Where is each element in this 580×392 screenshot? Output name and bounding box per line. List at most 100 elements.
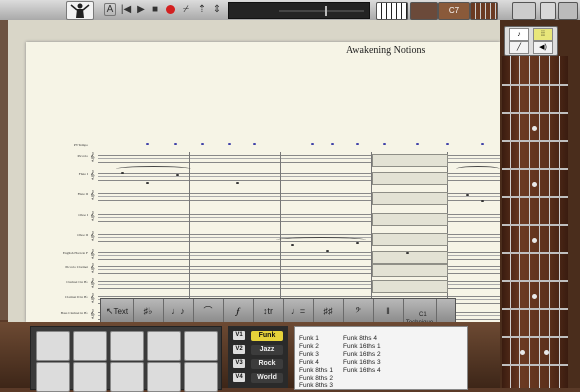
instrument-name: Flute II [77,192,88,196]
guitar-fret [502,196,568,198]
pick-button[interactable]: ╱ [509,41,529,54]
selected-measure[interactable] [372,233,448,246]
selected-measure[interactable] [372,251,448,264]
text-tool-button[interactable]: ↖Text [101,299,134,323]
panel-toggle-icon[interactable] [540,2,556,20]
guitar-fret [502,280,568,282]
treble-clef-icon: 𝄞 [90,278,95,287]
drum-pad[interactable] [36,331,70,361]
guitar-string[interactable] [519,56,520,388]
genre-jazz-button[interactable]: Jazz [251,345,283,355]
dynamics-button[interactable]: 𝆑 [223,299,254,323]
pattern-item[interactable]: Funk 16ths 3 [343,359,381,366]
note[interactable] [291,244,294,246]
drum-pad[interactable] [110,331,144,361]
drum-pad[interactable] [184,331,218,361]
guitar-string[interactable] [539,56,540,388]
treble-clef-icon: 𝄞 [90,263,95,272]
upload-button[interactable]: ⇡ [196,3,208,16]
technique-button[interactable]: C1 Technique [403,299,437,326]
selected-measure[interactable] [372,213,448,226]
tempo-mark [356,143,359,145]
fret-marker-dot [520,350,525,355]
instrument-name: Bass Clarinet in B♭ [60,311,88,315]
rewind-button[interactable]: |◀ [120,3,132,16]
pattern-item[interactable]: Funk 8ths 1 [299,367,333,374]
selected-measure[interactable] [372,264,448,277]
tempo-stepper[interactable]: ⇕ [211,3,223,16]
voice-tag[interactable]: V3 [233,359,245,368]
selected-measure[interactable] [372,154,448,167]
note[interactable] [236,182,239,184]
keyboard-icon[interactable] [376,2,408,20]
fret-mode-button[interactable]: ♪ [509,28,529,41]
voice-tag[interactable]: V4 [233,373,245,382]
note[interactable] [326,250,329,252]
instrument-name: Flute I [78,172,88,176]
pattern-item[interactable]: Funk 8ths 4 [343,335,377,342]
loop-button[interactable]: ⌿ [180,3,192,16]
genre-world-button[interactable]: World [251,373,283,383]
voice-tag[interactable]: V1 [233,331,245,340]
genre-rock-button[interactable]: Rock [251,359,283,369]
pattern-item[interactable]: Funk 16ths 2 [343,351,381,358]
fret-marker-dot [532,238,537,243]
arrow-up-icon: ⇡ [197,4,207,15]
voice-tag[interactable]: V2 [233,345,245,354]
note[interactable] [356,242,359,244]
sound-button[interactable]: ◀) [533,41,553,54]
fret-marker-dot [532,126,537,131]
guitar-string[interactable] [559,56,560,388]
barline-button[interactable]: ‖ [373,299,404,323]
play-button[interactable]: ▶ [135,3,147,16]
guitar-fretboard-icon[interactable] [470,2,498,20]
pattern-item[interactable]: Funk 16ths 4 [343,367,381,374]
score-page[interactable]: PVTempo Piccolo 𝄞 Flute I 𝄞 Flute II 𝄞 Oboe I 𝄞 O… [26,42,500,322]
auto-icon: A [106,4,114,15]
pattern-item[interactable]: Funk 4 [299,359,319,366]
note[interactable] [146,182,149,184]
articulation-button[interactable]: ⌒ [193,299,224,323]
fretboard-tools: ♪ ⁞⁞ ╱ ◀) [504,26,558,56]
drum-pad[interactable] [147,331,181,361]
selected-measure[interactable] [372,192,448,205]
trill-button[interactable]: ↕tr [253,299,284,323]
accidental-tool-button[interactable]: ♯♭ [133,299,164,323]
note[interactable] [121,172,124,174]
chord-button[interactable]: C7 [438,2,470,20]
conductor-button[interactable] [66,1,94,20]
drum-pad[interactable] [73,331,107,361]
guitar-string[interactable] [510,56,511,388]
tempo-mark [253,143,256,145]
auto-button[interactable]: A [104,3,116,16]
pattern-item[interactable]: Funk 3 [299,351,319,358]
note[interactable] [481,200,484,202]
selected-measure[interactable] [372,280,448,293]
pattern-item[interactable]: Funk 2 [299,343,319,350]
record-icon [165,5,175,14]
clef-button[interactable]: 𝄢 [343,299,374,323]
note[interactable] [176,174,179,176]
note[interactable] [466,194,469,196]
record-button[interactable] [164,3,176,16]
genre-funk-button[interactable]: Funk [251,331,283,341]
guitar-string[interactable] [529,56,530,388]
tempo-button[interactable]: ♩= [283,299,314,323]
camera-icon[interactable] [512,2,536,20]
pattern-item[interactable]: Funk 8ths 2 [299,375,333,382]
note-duration-button[interactable]: ♩♪ [163,299,194,323]
volume-icon[interactable] [558,2,578,20]
key-signature-button[interactable]: ♯♯ [313,299,344,323]
guitar-string[interactable] [549,56,550,388]
score-title[interactable]: Awakening Notions [346,45,425,56]
pattern-item[interactable]: Funk 1 [299,335,319,342]
mixer-icon[interactable] [410,2,438,20]
slur [116,166,191,172]
stop-button[interactable]: ■ [149,3,161,16]
pattern-item[interactable]: Funk 16ths 1 [343,343,381,350]
selected-measure[interactable] [372,172,448,185]
conductor-icon [70,3,90,18]
chord-mode-button[interactable]: ⁞⁞ [533,28,553,41]
barline-icon: ‖ [386,306,390,316]
note[interactable] [406,252,409,254]
